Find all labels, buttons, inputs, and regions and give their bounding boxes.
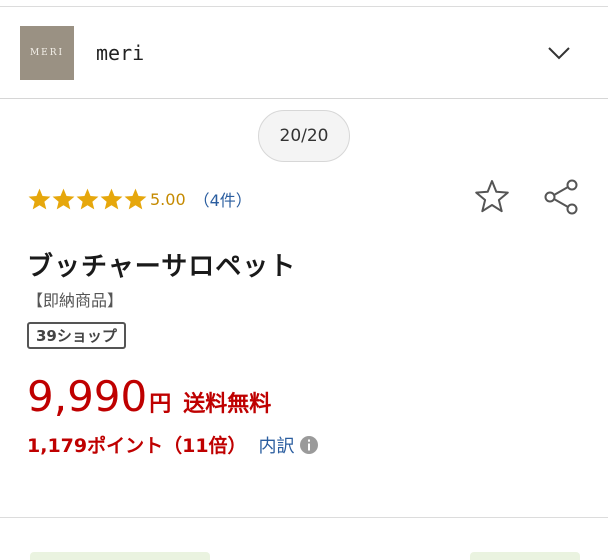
image-counter-text: 20/20 — [279, 126, 329, 146]
star-icon — [100, 188, 123, 209]
points-breakdown-link[interactable]: 内訳 — [259, 432, 295, 458]
points-text: 1,179ポイント（11倍） — [27, 435, 247, 457]
price-row: 9,990 円 送料無料 — [27, 372, 271, 421]
free-shipping-label: 送料無料 — [183, 392, 272, 417]
shop-name[interactable]: meri — [96, 41, 144, 65]
star-rating — [27, 187, 147, 212]
star-icon — [52, 188, 75, 209]
next-section-strip — [30, 552, 210, 560]
star-outline-icon[interactable] — [473, 178, 511, 216]
price-unit: 円 — [149, 392, 172, 417]
shop-header[interactable]: MERI meri — [0, 7, 608, 99]
info-icon[interactable] — [299, 435, 319, 455]
shop-logo-text: MERI — [29, 48, 65, 58]
chevron-down-icon[interactable] — [547, 45, 571, 61]
shop-logo[interactable]: MERI — [20, 26, 74, 80]
rating-score: 5.00 — [150, 189, 186, 209]
section-divider — [0, 517, 608, 518]
star-icon — [76, 188, 99, 209]
share-icon[interactable] — [542, 178, 580, 216]
product-tag: 【即納商品】 — [27, 291, 124, 310]
review-count-link[interactable]: （4件） — [194, 187, 252, 211]
rating-row[interactable]: 5.00 （4件） — [27, 184, 252, 214]
image-counter: 20/20 — [258, 110, 350, 162]
next-section-strip — [470, 552, 580, 560]
star-icon — [124, 188, 147, 209]
shop-39-badge: 39ショップ — [27, 322, 126, 349]
points-row: 1,179ポイント（11倍） 内訳 — [27, 431, 319, 458]
price-amount: 9,990 — [27, 372, 148, 421]
product-title: ブッチャーサロペット — [27, 252, 297, 282]
star-icon — [28, 188, 51, 209]
